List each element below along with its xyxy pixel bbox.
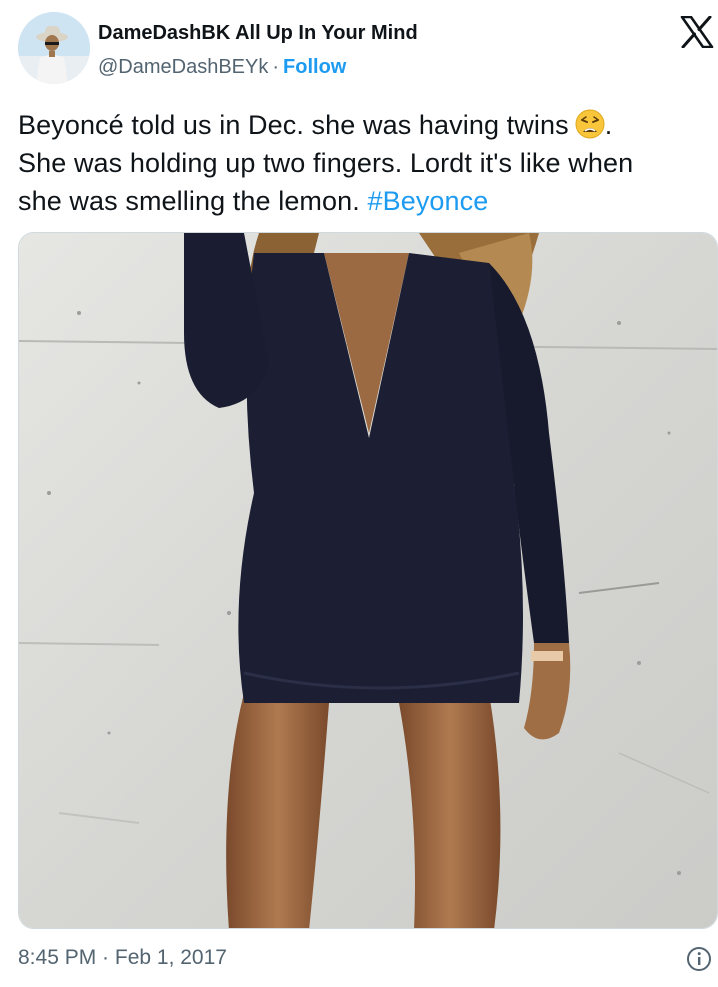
handle[interactable]: @DameDashBEYk [98, 56, 268, 78]
hashtag-link[interactable]: #Beyonce [367, 186, 488, 216]
tweet-line-2: She was holding up two fingers. Lordt it… [18, 148, 634, 178]
tweet-line-3-text: she was smelling the lemon. [18, 186, 360, 216]
follow-button[interactable]: Follow [283, 56, 346, 78]
info-icon[interactable] [686, 946, 712, 972]
separator: · [272, 56, 280, 78]
tweet-header: DameDashBK All Up In Your Mind @DameDash… [0, 0, 718, 92]
display-name[interactable]: DameDashBK All Up In Your Mind [98, 22, 418, 45]
tweet-text: Beyoncé told us in Dec. she was having t… [18, 106, 708, 220]
tweet-line-1-end: . [604, 110, 613, 140]
photo-woman-navy-dress-icon [19, 233, 717, 928]
tweet-photo[interactable] [18, 232, 718, 929]
x-logo-icon[interactable] [680, 15, 714, 49]
weary-face-emoji-icon [575, 109, 605, 139]
tweet-line-1: Beyoncé told us in Dec. she was having t… [18, 106, 708, 144]
handle-row: @DameDashBEYk · Follow [98, 56, 346, 79]
tweet-line-1-text: Beyoncé told us in Dec. she was having t… [18, 110, 569, 140]
tweet-line-3: she was smelling the lemon. #Beyonce [18, 182, 708, 220]
avatar[interactable] [18, 12, 90, 84]
tweet-timestamp[interactable]: 8:45 PM · Feb 1, 2017 [18, 946, 227, 970]
avatar-image [18, 12, 90, 84]
